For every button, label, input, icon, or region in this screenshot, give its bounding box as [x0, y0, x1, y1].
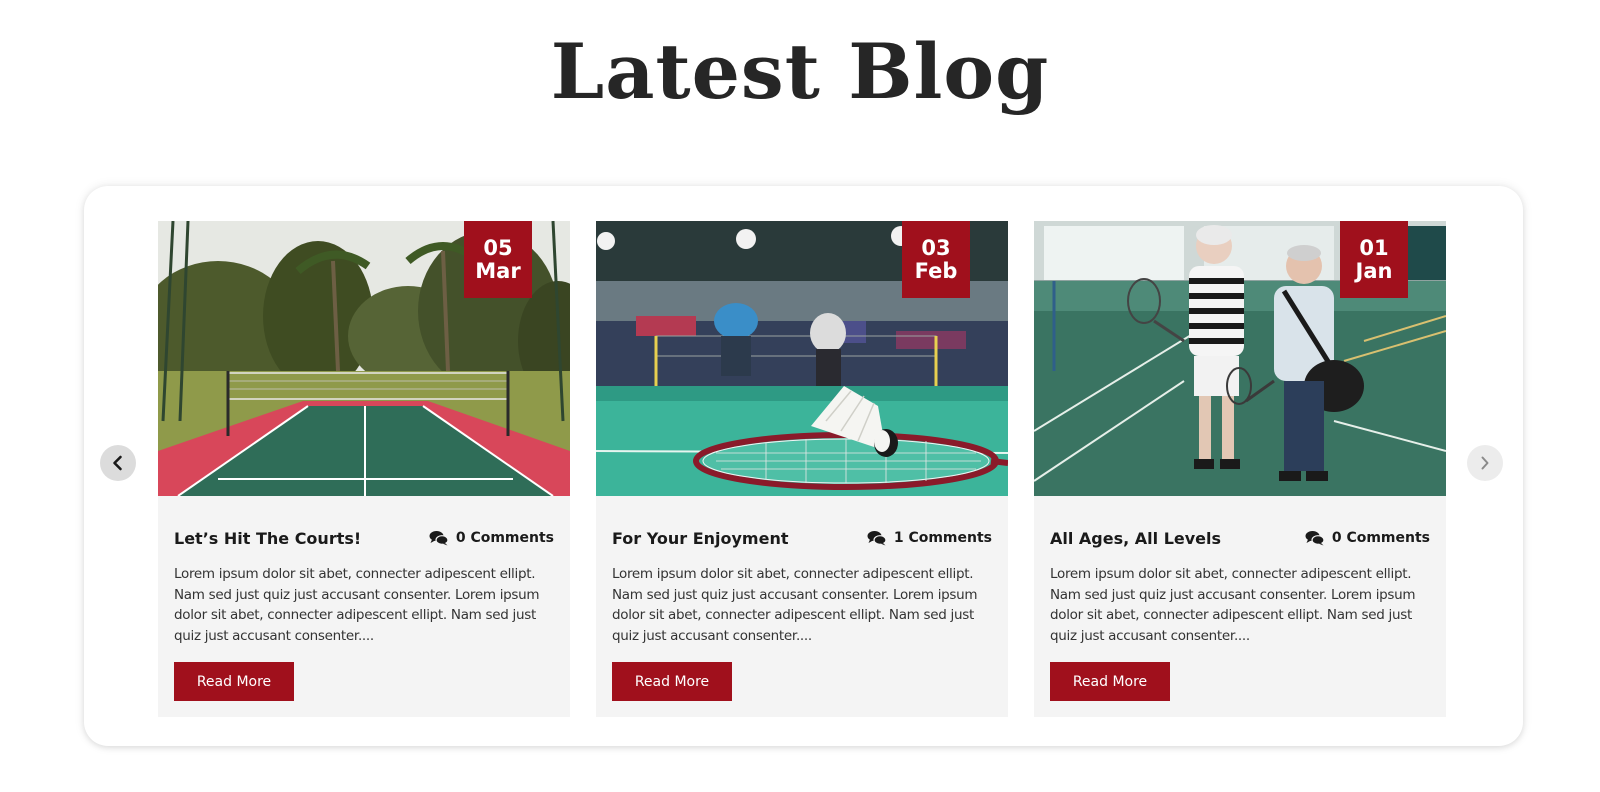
date-day: 05: [483, 235, 513, 260]
date-month: Jan: [1355, 258, 1393, 283]
blog-card-meta: For Your Enjoyment 1 Comments: [612, 521, 992, 555]
blog-card-image[interactable]: 03 Feb: [596, 221, 1008, 496]
comments-count: 0 Comments: [455, 530, 554, 546]
comments-count: 0 Comments: [1331, 530, 1430, 546]
blog-card: 03 Feb For Your Enjoyment 1 Comments Lor…: [596, 221, 1008, 717]
date-month: Mar: [475, 258, 521, 283]
chevron-right-icon: [1481, 456, 1489, 470]
comments-icon: [429, 531, 449, 546]
date-badge: 01 Jan: [1340, 221, 1408, 298]
blog-card-title[interactable]: Let’s Hit The Courts!: [174, 529, 361, 548]
date-day: 03: [921, 235, 951, 260]
blog-card: 05 Mar Let’s Hit The Courts! 0 Comments …: [158, 221, 570, 717]
date-badge: 05 Mar: [464, 221, 532, 298]
blog-card-image[interactable]: 01 Jan: [1034, 221, 1446, 496]
date-month: Feb: [914, 258, 958, 283]
read-more-button[interactable]: Read More: [612, 662, 732, 701]
carousel-prev-button[interactable]: [100, 445, 136, 481]
comments-icon: [1305, 531, 1325, 546]
comments-link[interactable]: 0 Comments: [1305, 530, 1430, 546]
read-more-button[interactable]: Read More: [174, 662, 294, 701]
blog-card-meta: Let’s Hit The Courts! 0 Comments: [174, 521, 554, 555]
comments-link[interactable]: 1 Comments: [867, 530, 992, 546]
blog-card-image[interactable]: 05 Mar: [158, 221, 570, 496]
comments-count: 1 Comments: [893, 530, 992, 546]
carousel-next-button[interactable]: [1467, 445, 1503, 481]
blog-card-meta: All Ages, All Levels 0 Comments: [1050, 521, 1430, 555]
date-day: 01: [1359, 235, 1389, 260]
blog-card-excerpt: Lorem ipsum dolor sit abet, connecter ad…: [1050, 566, 1416, 644]
chevron-left-icon: [113, 455, 122, 471]
date-badge: 03 Feb: [902, 221, 970, 298]
blog-card: 01 Jan All Ages, All Levels 0 Comments L…: [1034, 221, 1446, 717]
blog-card-title[interactable]: For Your Enjoyment: [612, 529, 788, 548]
blog-card-title[interactable]: All Ages, All Levels: [1050, 529, 1221, 548]
section-title: Latest Blog: [550, 27, 1050, 116]
comments-link[interactable]: 0 Comments: [429, 530, 554, 546]
comments-icon: [867, 531, 887, 546]
read-more-button[interactable]: Read More: [1050, 662, 1170, 701]
blog-card-excerpt: Lorem ipsum dolor sit abet, connecter ad…: [174, 566, 540, 644]
blog-card-excerpt: Lorem ipsum dolor sit abet, connecter ad…: [612, 566, 978, 644]
